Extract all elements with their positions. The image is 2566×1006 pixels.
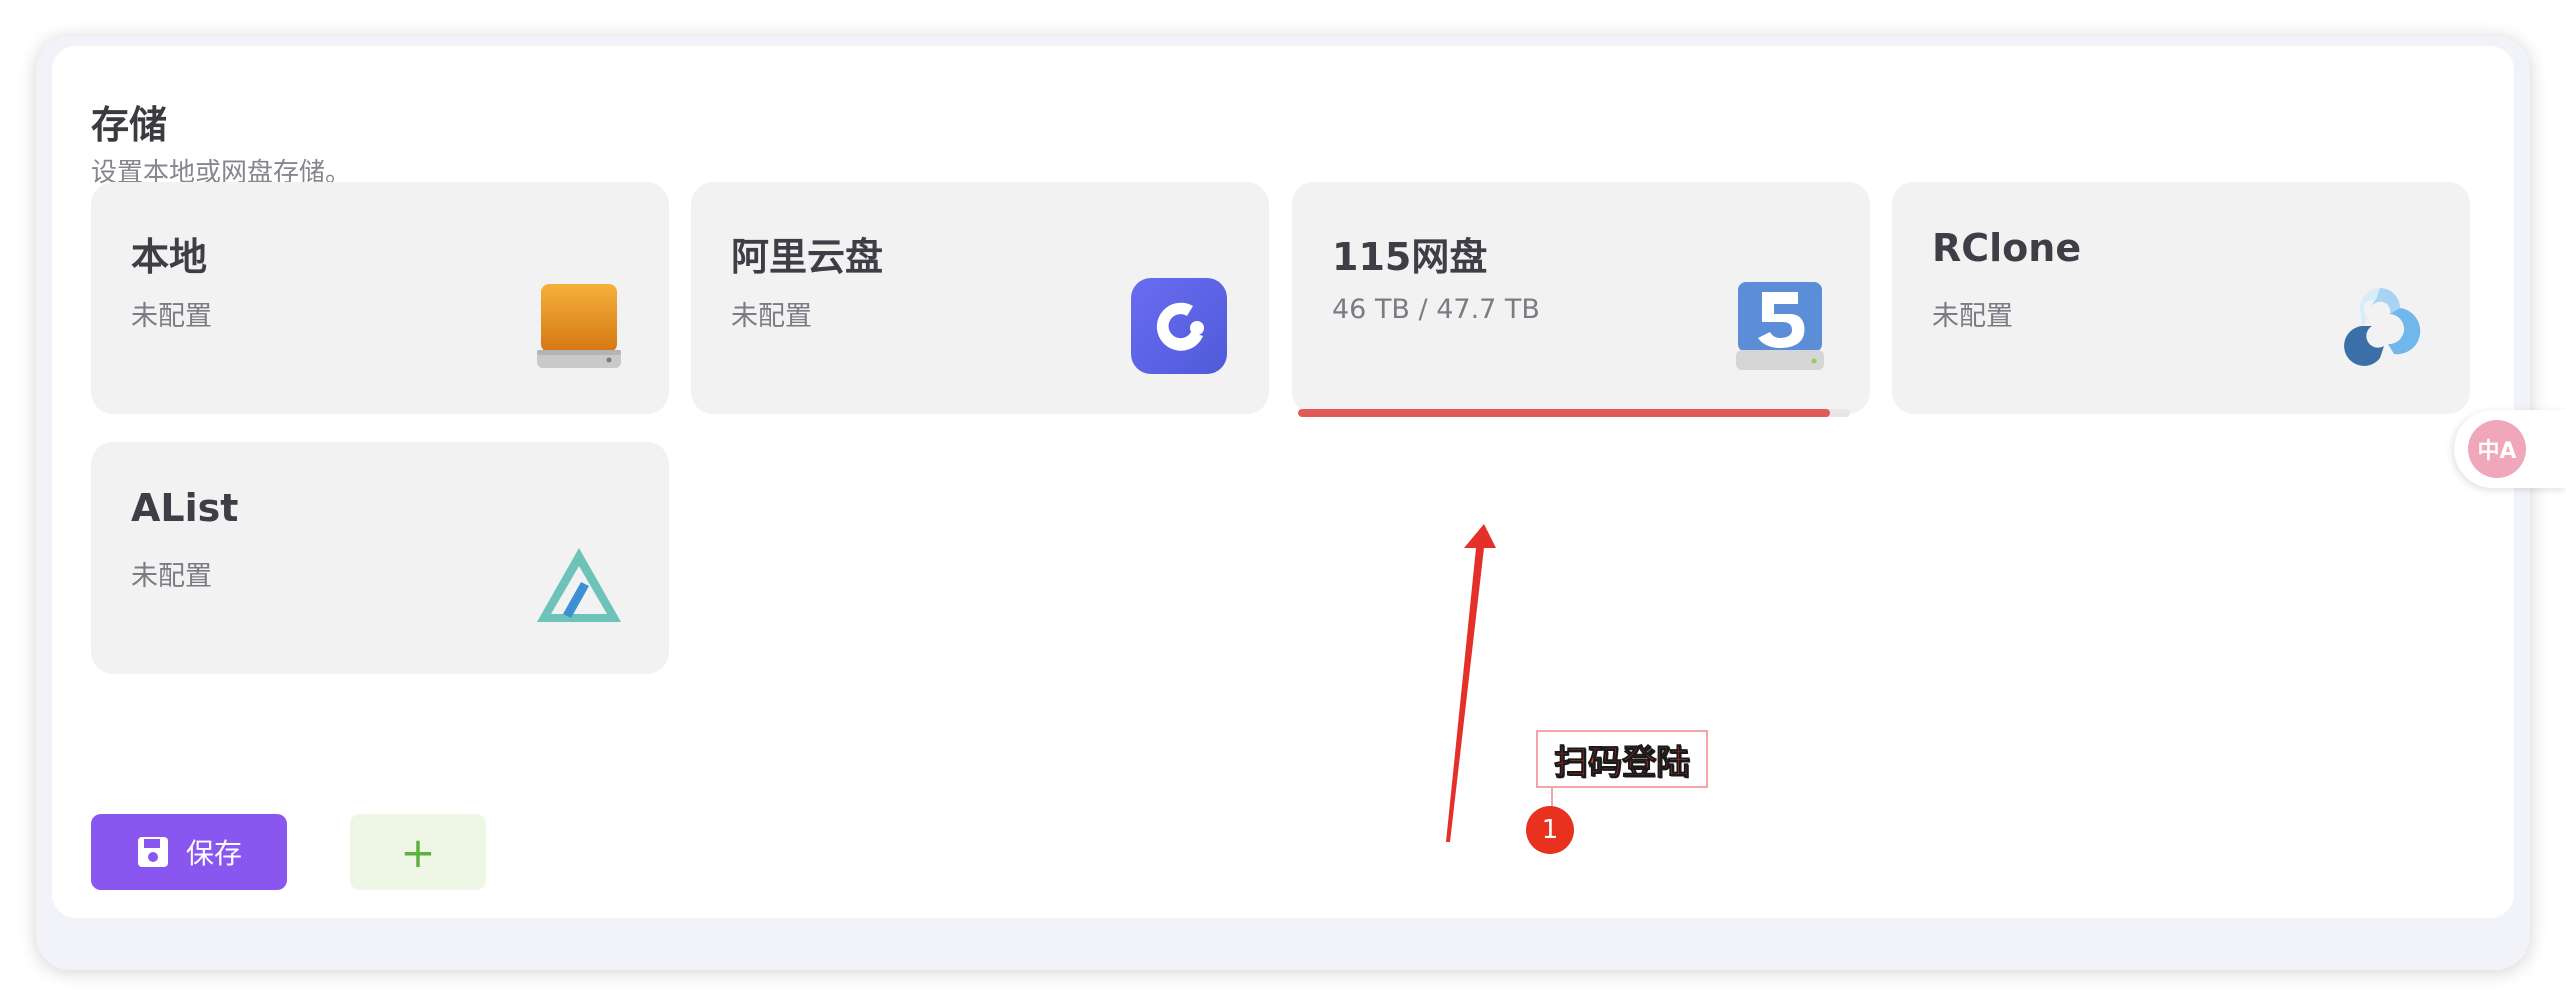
storage-usage-fill [1298,409,1831,417]
115-drive-icon [1732,278,1828,374]
storage-settings-panel: 存储 设置本地或网盘存储。 本地 未配置 阿里云盘 未配置 115网盘 46 T… [52,46,2514,918]
add-storage-button[interactable]: + [350,814,486,890]
translate-widget[interactable]: 中A [2454,410,2566,488]
storage-card-title: 本地 [131,235,208,279]
annotation-connector [1551,788,1553,808]
storage-card-rclone[interactable]: RClone 未配置 [1892,182,2470,414]
storage-usage-bar [1298,409,1850,417]
rclone-icon [2332,278,2428,374]
aliyundrive-icon [1131,278,1227,374]
storage-card-local[interactable]: 本地 未配置 [91,182,669,414]
storage-card-status: 未配置 [731,301,812,332]
storage-card-status: 未配置 [131,301,212,332]
storage-card-title: AList [131,486,239,530]
storage-card-title: 阿里云盘 [731,235,884,279]
local-drive-icon [531,278,627,374]
page-title: 存储 [91,103,168,147]
translate-icon: 中A [2468,420,2526,478]
storage-card-115[interactable]: 115网盘 46 TB / 47.7 TB [1292,182,1870,417]
annotation-number-badge: 1 [1526,806,1574,854]
app-window: 存储 设置本地或网盘存储。 本地 未配置 阿里云盘 未配置 115网盘 46 T… [36,36,2530,970]
alist-icon [531,538,627,634]
storage-card-alist[interactable]: AList 未配置 [91,442,669,674]
save-button-label: 保存 [185,837,242,870]
storage-card-title: 115网盘 [1332,235,1488,279]
storage-card-title: RClone [1932,226,2082,270]
storage-usage-text: 46 TB / 47.7 TB [1332,294,1540,325]
storage-card-status: 未配置 [1932,301,2013,332]
save-button[interactable]: 保存 [91,814,287,890]
storage-card-aliyundrive[interactable]: 阿里云盘 未配置 [691,182,1269,414]
storage-card-status: 未配置 [131,561,212,592]
annotation-label: 扫码登陆 [1536,730,1708,788]
save-icon [136,835,170,869]
